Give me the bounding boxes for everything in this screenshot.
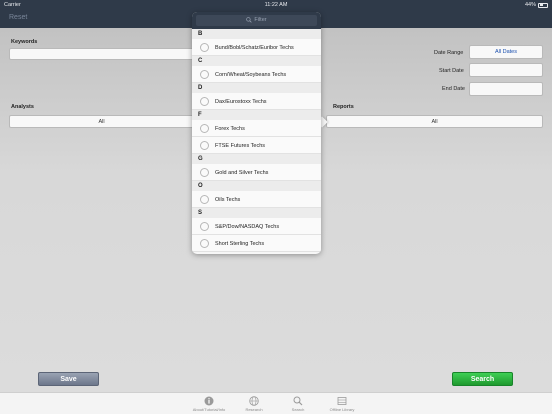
tab-research[interactable]: Research: [234, 396, 274, 412]
radio-circle-icon[interactable]: [200, 43, 209, 52]
battery-percent: 44%: [524, 2, 536, 8]
section-header-f: F: [192, 110, 321, 120]
list-item-label: Bund/Bobl/Schatz/Euribor Techs: [215, 44, 294, 51]
reports-label: Reports: [333, 104, 354, 110]
tab-search[interactable]: Search: [278, 396, 318, 412]
reports-select[interactable]: All: [326, 115, 543, 128]
radio-circle-icon[interactable]: [200, 141, 209, 150]
filter-placeholder: Filter: [254, 17, 267, 23]
start-date-label: Start Date: [439, 68, 464, 74]
section-header-c: C: [192, 56, 321, 66]
radio-circle-icon[interactable]: [200, 239, 209, 248]
list-item-label: Gold and Silver Techs: [215, 169, 269, 176]
end-date-label: End Date: [442, 86, 465, 92]
section-header-s: S: [192, 208, 321, 218]
radio-circle-icon[interactable]: [200, 124, 209, 133]
date-range-select[interactable]: All Dates: [469, 45, 543, 59]
battery-indicator: 44%: [525, 2, 548, 8]
radio-circle-icon[interactable]: [200, 97, 209, 106]
section-header-d: D: [192, 83, 321, 93]
list-item-label: Oils Techs: [215, 196, 241, 203]
section-header-b: B: [192, 29, 321, 39]
list-item[interactable]: Forex Techs: [192, 120, 321, 137]
tab-offline-library[interactable]: Offline Library: [322, 396, 362, 412]
list-item-label: FTSE Futures Techs: [215, 142, 266, 149]
list-item[interactable]: Oils Techs: [192, 191, 321, 208]
tab-bar: About/Tutorial/Info Research Search Offl…: [0, 392, 552, 414]
keywords-label: Keywords: [11, 39, 38, 45]
radio-circle-icon[interactable]: [200, 168, 209, 177]
list-item[interactable]: Bund/Bobl/Schatz/Euribor Techs: [192, 39, 321, 56]
save-button[interactable]: Save: [38, 372, 99, 386]
status-bar: Carrier 11:22 AM 44%: [0, 0, 552, 10]
end-date-field[interactable]: [469, 82, 543, 96]
radio-circle-icon[interactable]: [200, 195, 209, 204]
library-icon: [337, 397, 347, 405]
start-date-field[interactable]: [469, 63, 543, 77]
list-item[interactable]: Dax/Eurostoxx Techs: [192, 93, 321, 110]
analysts-select[interactable]: All: [9, 115, 194, 128]
tab-about[interactable]: About/Tutorial/Info: [189, 396, 229, 412]
tab-offline-library-label: Offline Library: [329, 407, 355, 412]
list-item[interactable]: FTSE Futures Techs: [192, 137, 321, 154]
keywords-input[interactable]: [9, 48, 194, 60]
list-item[interactable]: S&P/Dow/NASDAQ Techs: [192, 218, 321, 235]
battery-icon: [538, 2, 548, 8]
reports-popover: Filter B Bund/Bobl/Schatz/Euribor Techs C C…: [192, 12, 321, 254]
search-icon: [246, 16, 253, 23]
list-item-label: S&P/Dow/NASDAQ Techs: [215, 223, 280, 230]
analysts-label: Analysts: [11, 104, 34, 110]
report-list: B Bund/Bobl/Schatz/Euribor Techs C Corn/Whe…: [192, 29, 321, 252]
tab-search-label: Search: [291, 407, 305, 412]
search-icon: [293, 396, 303, 406]
list-item[interactable]: Short Sterling Techs: [192, 235, 321, 252]
date-range-label: Date Range: [434, 50, 464, 56]
section-header-g: G: [192, 154, 321, 164]
list-item-label: Corn/Wheat/Soybeans Techs: [215, 71, 287, 78]
section-header-o: O: [192, 181, 321, 191]
list-item[interactable]: Gold and Silver Techs: [192, 164, 321, 181]
list-item[interactable]: Corn/Wheat/Soybeans Techs: [192, 66, 321, 83]
clock: 11:22 AM: [264, 2, 288, 8]
globe-icon: [249, 396, 259, 406]
info-icon: [204, 396, 214, 406]
radio-circle-icon[interactable]: [200, 70, 209, 79]
list-item-label: Forex Techs: [215, 125, 245, 132]
tab-about-label: About/Tutorial/Info: [192, 407, 226, 412]
list-item-label: Short Sterling Techs: [215, 240, 265, 247]
popover-header: Filter: [192, 12, 321, 29]
tab-research-label: Research: [245, 407, 263, 412]
search-button[interactable]: Search: [452, 372, 513, 386]
radio-circle-icon[interactable]: [200, 222, 209, 231]
reset-button[interactable]: Reset: [9, 14, 27, 21]
list-item-label: Dax/Eurostoxx Techs: [215, 98, 267, 105]
filter-input[interactable]: Filter: [196, 15, 317, 26]
